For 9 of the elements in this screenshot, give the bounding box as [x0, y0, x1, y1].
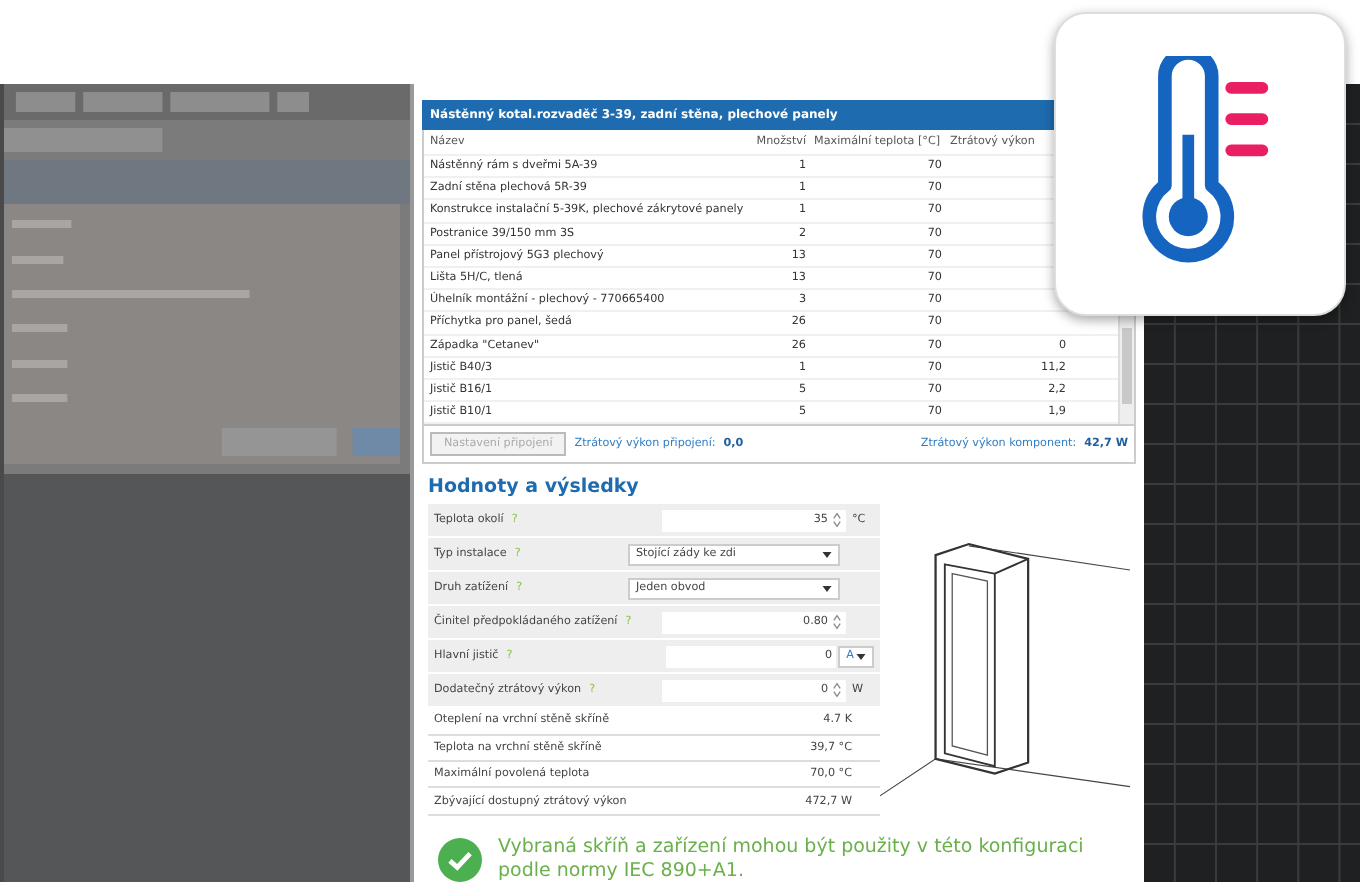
spinner-icon[interactable]	[832, 682, 842, 699]
compatibility-message: Vybraná skříň a zařízení mohou být použity v této konfiguraci podle normy IEC 890+A1.	[498, 835, 1086, 882]
caret-icon	[855, 653, 866, 660]
spinner-icon[interactable]	[832, 614, 842, 631]
section-title: Hodnoty a výsledky	[428, 474, 641, 503]
scrollbar-thumb[interactable]	[1122, 328, 1132, 405]
spinner-icon[interactable]	[832, 512, 842, 529]
caret-icon	[822, 551, 832, 558]
caret-icon	[822, 585, 832, 592]
